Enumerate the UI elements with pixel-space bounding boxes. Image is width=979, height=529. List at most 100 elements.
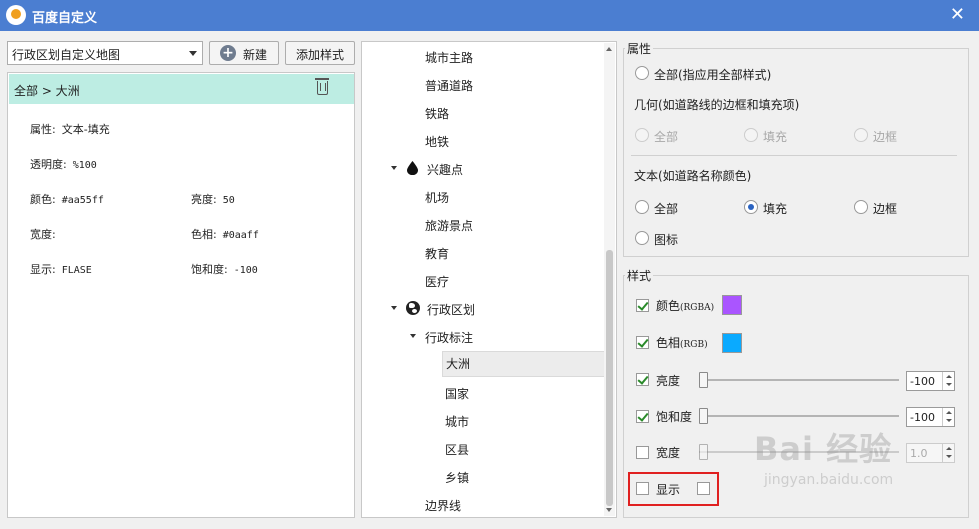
brightness-slider-track[interactable] (699, 379, 899, 381)
baidu-jingyan-watermark: Bai 经验 jingyan.baidu.com (754, 424, 893, 488)
tree-item-tourist-spot[interactable]: 旅游景点 (425, 217, 473, 237)
close-icon[interactable]: ✕ (950, 4, 965, 25)
color-checkbox[interactable] (636, 299, 649, 312)
text-fill-radio[interactable]: 填充 (744, 199, 787, 216)
prop-width: 宽度: (30, 226, 62, 242)
tree-item-town[interactable]: 乡镇 (445, 469, 469, 489)
window-title: 百度自定义 (32, 11, 98, 26)
hue-checkbox[interactable] (636, 336, 649, 349)
prop-color-value: #aa55ff (61, 195, 104, 206)
saturation-checkbox[interactable] (636, 410, 649, 423)
saturation-value: -100 (910, 411, 935, 424)
tree-item-poi[interactable]: 兴趣点 (427, 161, 463, 181)
hue-swatch[interactable] (722, 333, 742, 353)
brightness-value: -100 (910, 375, 935, 388)
prop-opacity: 透明度: %100 (30, 156, 97, 172)
prop-display-label: 显示: (30, 263, 56, 276)
trash-icon[interactable] (315, 78, 329, 95)
tree-item-district[interactable]: 区县 (445, 441, 469, 461)
tree-item-railway[interactable]: 铁路 (425, 105, 449, 125)
prop-attr: 属性: 文本-填充 (30, 121, 110, 137)
prop-saturation: 饱和度: -100 (191, 261, 258, 277)
saturation-slider-track[interactable] (699, 415, 899, 417)
width-slider-thumb[interactable] (699, 444, 708, 460)
map-select-dropdown[interactable]: 行政区划自定义地图 (7, 41, 203, 65)
expand-caret-icon[interactable] (391, 166, 397, 170)
text-border-radio[interactable]: 边框 (854, 199, 897, 216)
scrollbar-thumb[interactable] (606, 250, 613, 506)
saturation-spinbox[interactable]: -100 (906, 407, 955, 427)
new-button[interactable]: + 新建 (209, 41, 279, 65)
width-value: 1.0 (910, 447, 928, 460)
hue-label: 色相(RGB) (656, 334, 708, 351)
color-label: 颜色(RGBA) (656, 297, 714, 314)
spin-up-icon[interactable] (942, 408, 954, 417)
text-all-radio[interactable]: 全部 (635, 199, 678, 216)
tree-scrollbar[interactable] (604, 43, 615, 516)
color-swatch[interactable] (722, 295, 742, 315)
geometry-border-radio[interactable]: 边框 (854, 127, 897, 144)
highlight-annotation-box (628, 472, 719, 506)
prop-hue-label: 色相: (191, 228, 217, 241)
scroll-down-icon[interactable] (606, 508, 612, 512)
chevron-down-icon (189, 51, 197, 56)
hue-label-text: 色相 (656, 336, 681, 350)
spin-down-icon[interactable] (942, 453, 954, 462)
tree-item-country[interactable]: 国家 (445, 385, 469, 405)
tree-item-city-main-road[interactable]: 城市主路 (425, 49, 473, 69)
globe-icon (406, 301, 420, 315)
tree-item-airport[interactable]: 机场 (425, 189, 449, 209)
tree-item-admin-label[interactable]: 行政标注 (425, 329, 473, 349)
expand-caret-icon[interactable] (410, 334, 416, 338)
style-group-title: 样式 (625, 267, 654, 284)
spin-up-icon[interactable] (942, 372, 954, 381)
new-button-label: 新建 (242, 48, 267, 62)
icon-radio[interactable]: 图标 (635, 230, 678, 247)
geometry-section-label: 几何(如道路线的边框和填充项) (634, 98, 800, 112)
tree-item-continent[interactable]: 大洲 (442, 351, 605, 377)
prop-brightness: 亮度: 50 (191, 191, 235, 207)
spin-up-icon[interactable] (942, 444, 954, 453)
geometry-fill-radio[interactable]: 填充 (744, 127, 787, 144)
prop-hue: 色相: #0aaff (191, 226, 259, 242)
tree-item-medical[interactable]: 医疗 (425, 273, 449, 293)
saturation-slider-thumb[interactable] (699, 408, 708, 424)
style-tree: 城市主路 普通道路 铁路 地铁 兴趣点 机场 旅游景点 教育 医疗 行政区划 行… (361, 41, 617, 518)
text-section-label: 文本(如道路名称颜色) (634, 169, 752, 183)
attributes-group-title: 属性 (625, 40, 654, 57)
attr-all-radio[interactable]: 全部(指应用全部样式) (635, 65, 771, 82)
tree-item-admin-division[interactable]: 行政区划 (427, 301, 475, 321)
tree-item-education[interactable]: 教育 (425, 245, 449, 265)
add-style-button[interactable]: 添加样式 (285, 41, 355, 65)
prop-opacity-label: 透明度: (30, 158, 67, 171)
brightness-spinbox[interactable]: -100 (906, 371, 955, 391)
prop-attr-label: 属性: (30, 123, 56, 136)
style-breadcrumb: 全部 > 大洲 (14, 84, 80, 98)
watermark-sub: jingyan.baidu.com (764, 472, 894, 488)
brightness-checkbox[interactable] (636, 373, 649, 386)
selected-style-row[interactable]: 全部 > 大洲 (9, 74, 354, 104)
brightness-slider-thumb[interactable] (699, 372, 708, 388)
prop-width-label: 宽度: (30, 228, 56, 241)
scroll-up-icon[interactable] (606, 47, 612, 51)
tree-item-subway[interactable]: 地铁 (425, 133, 449, 153)
expand-caret-icon[interactable] (391, 306, 397, 310)
poi-drop-icon (407, 161, 418, 175)
color-label-suffix: (RGBA) (680, 303, 715, 313)
geometry-all-radio[interactable]: 全部 (635, 127, 678, 144)
tree-item-city[interactable]: 城市 (445, 413, 469, 433)
prop-opacity-value: %100 (72, 160, 97, 171)
spin-down-icon[interactable] (942, 381, 954, 390)
saturation-label: 饱和度 (656, 410, 693, 424)
plus-icon: + (220, 45, 236, 61)
width-checkbox[interactable] (636, 446, 649, 459)
tree-item-boundary[interactable]: 边界线 (425, 497, 461, 517)
prop-saturation-label: 饱和度: (191, 263, 228, 276)
spin-down-icon[interactable] (942, 417, 954, 426)
prop-saturation-value: -100 (233, 265, 258, 276)
width-spinbox[interactable]: 1.0 (906, 443, 955, 463)
app-logo-icon (6, 5, 26, 25)
tree-item-normal-road[interactable]: 普通道路 (425, 77, 473, 97)
prop-color: 颜色: #aa55ff (30, 191, 104, 207)
style-detail-panel: 全部 > 大洲 属性: 文本-填充 透明度: %100 颜色: #aa55ff 亮度:… (7, 72, 355, 518)
